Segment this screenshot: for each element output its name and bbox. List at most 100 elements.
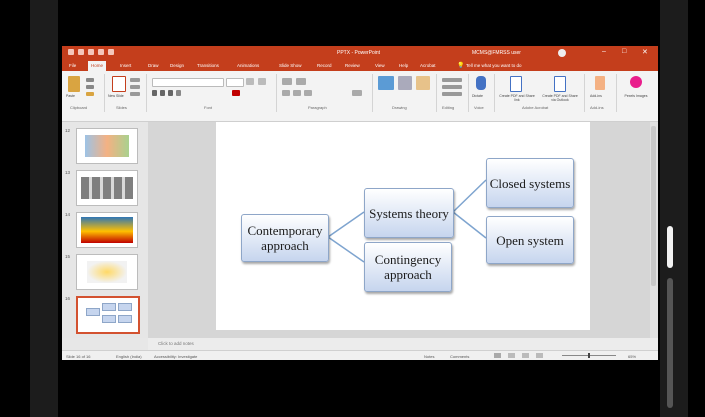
create-pdf-outlook-label[interactable]: Create PDF and Share via Outlook [540,94,580,102]
create-pdf-label[interactable]: Create PDF and Share link [498,94,536,102]
shrink-font-icon[interactable] [258,78,266,85]
maximize-button[interactable]: □ [622,48,626,55]
box-open-system[interactable]: Open system [486,216,574,264]
underline-icon[interactable] [168,90,173,96]
zoom-slider[interactable] [562,353,616,358]
font-color-icon[interactable] [232,90,240,96]
viewer-scroll-thumb[interactable] [667,226,673,268]
powerpoint-window: PPTX - PowerPoint MCMS@FMRSS user – □ ✕ … [62,46,658,360]
connector-systems-open [452,211,487,239]
tab-design[interactable]: Design [170,63,184,68]
language-indicator[interactable]: English (India) [116,354,142,359]
replace-icon[interactable] [442,85,462,89]
select-icon[interactable] [442,92,462,96]
paste-icon[interactable] [68,76,80,92]
reading-view-icon[interactable] [522,353,529,358]
box-closed-systems[interactable]: Closed systems [486,158,574,208]
zoom-level[interactable]: 65% [628,354,636,359]
box-contemporary-approach[interactable]: Contemporary approach [241,214,329,262]
arrange-icon[interactable] [398,76,412,90]
notes-toggle[interactable]: Notes [424,354,434,359]
tab-file[interactable]: File [69,63,76,68]
bullets-icon[interactable] [282,78,292,85]
strikethrough-icon[interactable] [176,90,181,96]
tab-transitions[interactable]: Transitions [197,63,219,68]
right-frame-strip [660,0,688,417]
connector-contemporary-systems [327,211,365,238]
group-label-paragraph: Paragraph [308,105,327,110]
window-title: PPTX - PowerPoint [337,50,381,56]
slide-thumbnail-12[interactable] [76,128,138,164]
tell-me-search[interactable]: Tell me what you want to do [466,63,522,68]
addins-icon[interactable] [595,76,605,90]
smartart-icon[interactable] [352,90,362,96]
create-pdf-outlook-icon[interactable] [554,76,566,92]
avatar[interactable] [558,49,566,57]
account-name[interactable]: MCMS@FMRSS user [472,50,521,56]
numbering-icon[interactable] [296,78,306,85]
section-icon[interactable] [130,92,140,96]
italic-icon[interactable] [160,90,165,96]
cut-icon[interactable] [86,78,94,82]
group-label-font: Font [204,105,213,110]
align-left-icon[interactable] [282,90,290,96]
find-icon[interactable] [442,78,462,82]
copy-icon[interactable] [86,85,94,89]
scroll-thumb[interactable] [651,126,656,286]
create-pdf-icon[interactable] [510,76,522,92]
slide-thumbnail-pane: 12 13 14 15 16 [62,122,148,338]
group-pexels: Pexels Images [618,74,654,112]
canvas-vertical-scrollbar[interactable] [650,122,658,338]
quick-styles-icon[interactable] [416,76,430,90]
slide[interactable]: Contemporary approach Systems theory Con… [216,122,590,328]
autosave-icon[interactable] [68,49,74,55]
zoom-slider-thumb[interactable] [588,353,590,358]
tab-help[interactable]: Help [399,63,408,68]
slideshow-icon[interactable] [536,353,543,358]
font-size-box[interactable] [226,78,244,87]
format-painter-icon[interactable] [86,92,94,96]
layout-icon[interactable] [130,78,140,82]
undo-icon[interactable] [88,49,94,55]
reset-icon[interactable] [130,85,140,89]
save-icon[interactable] [78,49,84,55]
slide-sorter-icon[interactable] [508,353,515,358]
grow-font-icon[interactable] [246,78,254,85]
slide-thumbnail-14[interactable] [76,212,138,248]
tab-animations[interactable]: Animations [237,63,259,68]
group-font: Font [148,74,277,112]
tab-insert[interactable]: Insert [120,63,131,68]
font-name-box[interactable] [152,78,224,87]
notes-pane[interactable]: Click to add notes [148,338,658,350]
microphone-icon[interactable] [476,76,486,90]
group-label-voice: Voice [474,105,484,110]
normal-view-icon[interactable] [494,353,501,358]
close-button[interactable]: ✕ [642,48,648,56]
tab-acrobat[interactable]: Acrobat [420,63,436,68]
pexels-icon[interactable] [630,76,642,88]
tab-draw[interactable]: Draw [148,63,159,68]
tab-slide-show[interactable]: Slide Show [279,63,302,68]
thumb-number-15: 15 [65,254,71,259]
tab-view[interactable]: View [375,63,385,68]
new-slide-icon[interactable] [112,76,126,92]
slide-thumbnail-15[interactable] [76,254,138,290]
comments-toggle[interactable]: Comments [450,354,469,359]
align-center-icon[interactable] [293,90,301,96]
box-systems-theory[interactable]: Systems theory [364,188,454,238]
align-right-icon[interactable] [304,90,312,96]
bold-icon[interactable] [152,90,157,96]
slide-thumbnail-16[interactable] [76,296,140,334]
accessibility-indicator[interactable]: Accessibility: Investigate [154,354,197,359]
present-icon[interactable] [108,49,114,55]
new-slide-label: New Slide [108,94,124,98]
redo-icon[interactable] [98,49,104,55]
slide-thumbnail-13[interactable] [76,170,138,206]
shapes-icon[interactable] [378,76,394,90]
minimize-button[interactable]: – [602,48,606,55]
thumb-graphic [102,315,116,323]
tab-review[interactable]: Review [345,63,360,68]
box-contingency-approach[interactable]: Contingency approach [364,242,452,292]
tab-record[interactable]: Record [317,63,332,68]
group-clipboard: Paste Clipboard [64,74,105,112]
